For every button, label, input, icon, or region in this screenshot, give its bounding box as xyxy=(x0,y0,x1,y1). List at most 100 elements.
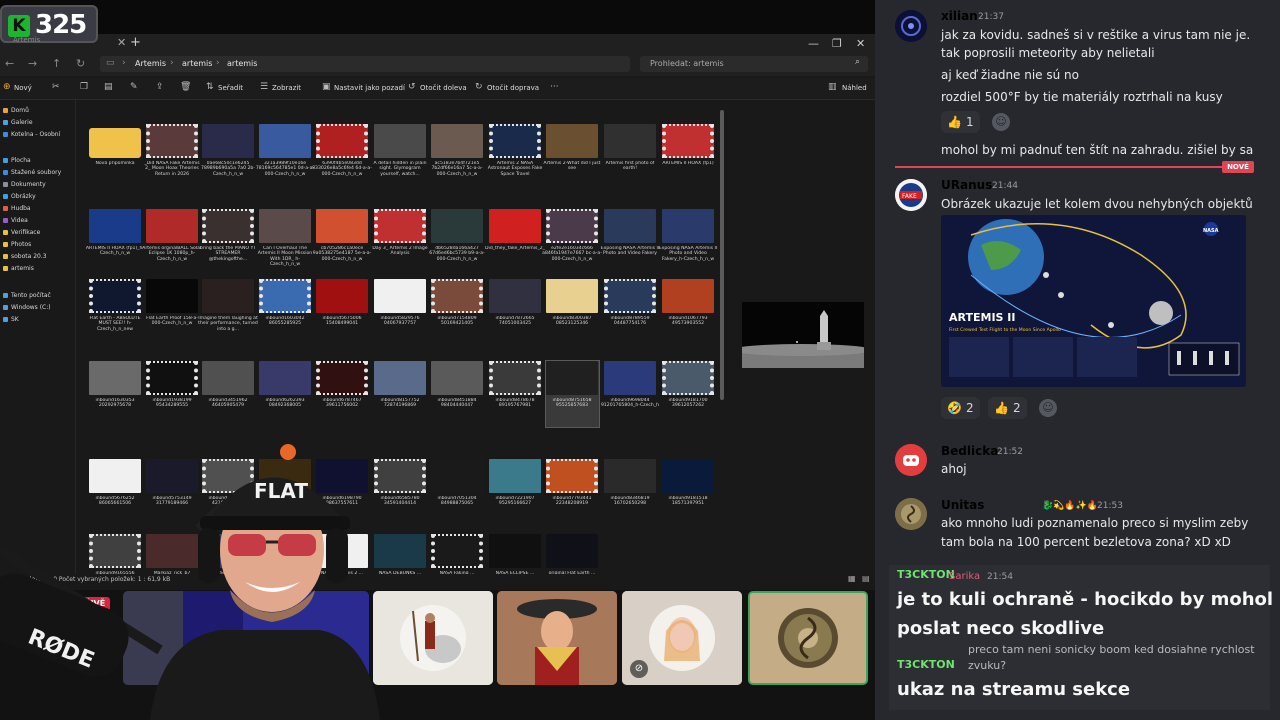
nav-item[interactable]: Stažené soubory xyxy=(3,167,61,178)
share-icon[interactable]: ⇪ xyxy=(156,82,164,92)
file-thumbnail[interactable] xyxy=(202,534,254,568)
file-thumbnail[interactable] xyxy=(202,361,254,395)
more-icon[interactable]: ··· xyxy=(550,82,559,92)
close-window-icon[interactable]: ✕ xyxy=(856,37,865,50)
paste-icon[interactable]: ▤ xyxy=(104,82,113,92)
breadcrumb[interactable]: ▭ › Artemis › artemis › artemis xyxy=(100,56,630,72)
sort-button[interactable]: Seřadit xyxy=(218,84,243,92)
participant-tile[interactable] xyxy=(373,591,493,685)
forward-icon[interactable]: → xyxy=(28,57,37,70)
file-name[interactable]: inbound3451962 46405905479 xyxy=(198,398,258,420)
file-name[interactable]: inbound1630353 20292975678 xyxy=(85,398,145,420)
nav-item[interactable]: Hudba xyxy=(3,203,31,214)
file-thumbnail[interactable] xyxy=(146,279,198,313)
file-name[interactable]: inbound7221907 95295166627 xyxy=(485,496,545,518)
file-thumbnail[interactable] xyxy=(374,279,426,313)
file-name[interactable]: inbound8751658 95525857683 xyxy=(542,398,602,420)
file-name[interactable]: inbound7872665 74051003425 xyxy=(485,316,545,338)
file-name[interactable]: bring back the PIANO YT STREAMER @thekin… xyxy=(198,246,258,268)
nav-item[interactable]: Tento počítač xyxy=(3,290,51,301)
message-author[interactable]: Unitas xyxy=(941,498,984,512)
file-thumbnail[interactable] xyxy=(259,361,311,395)
breadcrumb-item[interactable]: artemis xyxy=(182,59,212,68)
file-name[interactable]: inbound9698044 91201765804_h-Czech_h xyxy=(600,398,660,420)
file-name[interactable]: inbound6262393 08492368005 xyxy=(255,398,315,420)
file-thumbnail[interactable] xyxy=(202,279,254,313)
file-name[interactable]: Artemis 2 NASA Astronaut Exposes Fake Sp… xyxy=(485,161,545,183)
file-thumbnail[interactable] xyxy=(662,209,714,243)
file-name[interactable]: db6528da166a427 67d6ed6bc5739 b9-a-a-000… xyxy=(427,246,487,268)
nav-item[interactable]: Dokumenty xyxy=(3,179,46,190)
file-name[interactable]: inbound5886519 62461876015 xyxy=(255,496,315,518)
file-name[interactable]: inbound6198790 98637557611 xyxy=(312,496,372,518)
file-thumbnail[interactable] xyxy=(546,534,598,568)
file-name[interactable]: Day 3_ Artemis 2 Image Analysis xyxy=(370,246,430,268)
nav-item[interactable]: Videa xyxy=(3,215,28,226)
file-name[interactable]: ac5183e7b4f721e5 7b2df66e16a7 5c-a-a-000… xyxy=(427,161,487,183)
refresh-icon[interactable]: ↻ xyxy=(76,57,85,70)
file-thumbnail[interactable] xyxy=(604,124,656,158)
file-name[interactable]: Exposing NASA Artemis II Photo and Video… xyxy=(600,246,660,268)
file-thumbnail[interactable] xyxy=(89,209,141,243)
file-thumbnail[interactable] xyxy=(489,279,541,313)
reaction-laugh[interactable]: 🤣 2 xyxy=(941,397,980,419)
file-name[interactable]: ARTEMIS II HOAX (fp1) xyxy=(658,161,718,183)
file-name[interactable]: 0ae68c50c1e6245 78989b690a5a 7a0 2b-Czec… xyxy=(198,161,258,183)
file-thumbnail[interactable] xyxy=(489,459,541,493)
file-thumbnail[interactable] xyxy=(546,361,598,395)
nav-item[interactable]: Galerie xyxy=(3,117,33,128)
file-name[interactable]: Exposing NASA Artemis II Photo and Video… xyxy=(658,246,718,268)
file-name[interactable]: Can I Overhaul The Artemis II Moon Missi… xyxy=(255,246,315,268)
file-thumbnail[interactable] xyxy=(316,209,368,243)
file-name[interactable]: inbound8346819 16702650298 xyxy=(600,496,660,518)
file-name[interactable]: inbound5675006 15408499041 xyxy=(312,316,372,338)
nav-item[interactable]: Domů xyxy=(3,105,29,116)
file-thumbnail[interactable] xyxy=(146,534,198,568)
file-name[interactable]: inbound5676252 86065661506 xyxy=(85,496,145,518)
file-name[interactable]: inbound7154809 50169421405 xyxy=(427,316,487,338)
file-thumbnail[interactable] xyxy=(259,459,311,493)
file-name[interactable]: 321a3989f10e16e 78169c564785e1 0d-a-a-00… xyxy=(255,161,315,183)
folder-icon[interactable] xyxy=(89,128,141,158)
file-name[interactable]: Did_they_fake_Artemis_2_ xyxy=(485,246,545,268)
nav-item[interactable]: Obrázky xyxy=(3,191,36,202)
file-name[interactable]: inbound9181518 18571397951 xyxy=(658,496,718,518)
file-thumbnail[interactable] xyxy=(202,124,254,158)
reaction-thumbs-up[interactable]: 👍 1 xyxy=(941,111,980,133)
grid-view-icon[interactable]: ▦ xyxy=(848,574,856,583)
file-thumbnail[interactable] xyxy=(146,209,198,243)
file-thumbnail[interactable] xyxy=(431,459,483,493)
add-reaction-icon[interactable]: ☺ xyxy=(992,113,1010,131)
file-thumbnail[interactable] xyxy=(316,534,368,568)
nav-item[interactable]: artemis xyxy=(3,263,34,274)
file-thumbnail[interactable] xyxy=(431,209,483,243)
avatar[interactable] xyxy=(895,444,927,476)
file-thumbnail[interactable] xyxy=(431,361,483,395)
file-thumbnail[interactable] xyxy=(374,124,426,158)
message-author[interactable]: URanus xyxy=(941,178,992,192)
file-thumbnail[interactable] xyxy=(146,459,198,493)
file-name[interactable]: inbound7051304 84988875065 xyxy=(427,496,487,518)
file-name[interactable]: inbound8478678 89195767981 xyxy=(485,398,545,420)
rename-icon[interactable]: ✎ xyxy=(130,82,138,92)
nav-item[interactable]: Photos xyxy=(3,239,31,250)
breadcrumb-item[interactable]: Artemis xyxy=(135,59,166,68)
list-view-icon[interactable]: ▤ xyxy=(862,574,870,583)
file-name[interactable]: Artemis orginalBALL Solar Eclipse 1K 108… xyxy=(142,246,202,268)
file-name[interactable]: _Did NASA Fake Artemis 2_ Moon Hoax Theo… xyxy=(142,161,202,183)
file-name[interactable]: inbound8789559 04487754176 xyxy=(600,316,660,338)
scrollbar[interactable] xyxy=(720,110,724,400)
minimize-icon[interactable]: — xyxy=(808,37,819,50)
file-name[interactable]: Flat Earth - ABSOLUTE MUST SEE!! h-Czech… xyxy=(85,316,145,338)
file-name[interactable]: cb705286c1a0ece 9a0538275e4187 5e-a-a-00… xyxy=(312,246,372,268)
rotate-right-button[interactable]: Otočit doprava xyxy=(487,84,539,92)
nav-item[interactable]: Kotelna - Osobní xyxy=(3,129,60,140)
file-name[interactable]: inbound7793441 22348208919 xyxy=(542,496,602,518)
add-reaction-icon[interactable]: ☺ xyxy=(1039,399,1057,417)
details-button[interactable]: Náhled xyxy=(842,84,867,92)
file-thumbnail[interactable] xyxy=(316,279,368,313)
file-thumbnail[interactable] xyxy=(489,209,541,243)
file-thumbnail[interactable] xyxy=(604,361,656,395)
message-author[interactable]: Bedlicka xyxy=(941,444,998,458)
file-name[interactable]: e2fe2e16034c666 a846fa1947e7667 bc-a-a-0… xyxy=(542,246,602,268)
